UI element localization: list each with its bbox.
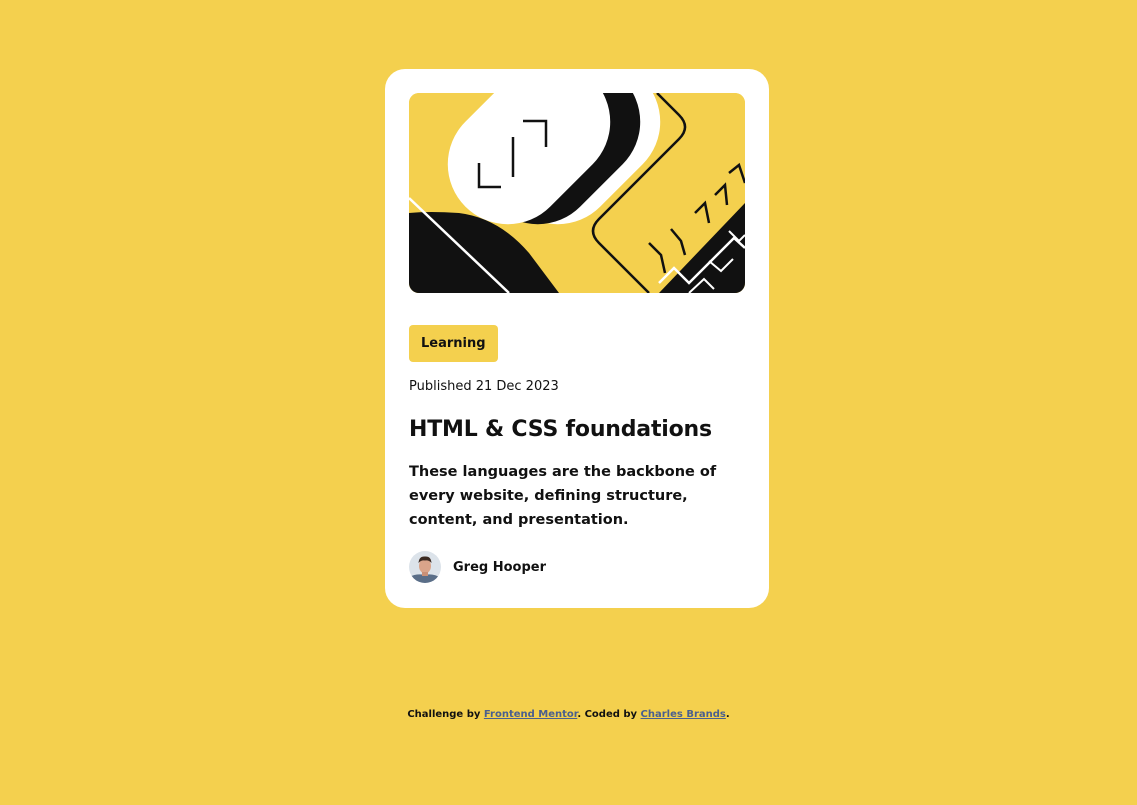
- author-link[interactable]: Charles Brands: [641, 709, 726, 720]
- frontend-mentor-link[interactable]: Frontend Mentor: [484, 709, 577, 720]
- published-date: Published 21 Dec 2023: [409, 379, 559, 394]
- article-title[interactable]: HTML & CSS foundations: [409, 415, 745, 445]
- hero-illustration: [409, 93, 745, 293]
- attribution-suffix: .: [725, 709, 730, 720]
- attribution-coded-prefix: . Coded by: [577, 709, 638, 720]
- category-tag: Learning: [409, 325, 498, 362]
- article-description: These languages are the backbone of ever…: [409, 464, 717, 528]
- blog-preview-card: Learning Published 21 Dec 2023 HTML & CS…: [385, 69, 769, 608]
- author-avatar: [409, 551, 441, 583]
- author-name: Greg Hooper: [453, 559, 547, 575]
- author: Greg Hooper: [409, 551, 546, 583]
- attribution-challenge-prefix: Challenge by: [407, 709, 481, 720]
- attribution: Challenge by Frontend Mentor. Coded by C…: [0, 708, 1137, 722]
